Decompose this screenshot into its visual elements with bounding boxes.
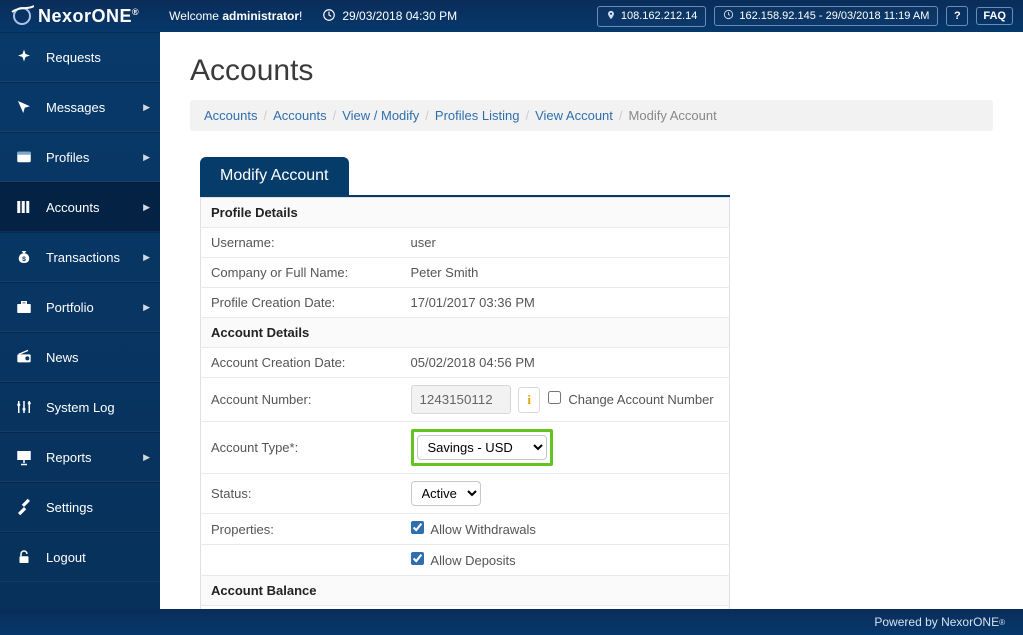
change-acct-number-checkbox[interactable] [548,391,561,404]
books-icon [14,197,34,217]
sidebar-item-label: Settings [46,500,93,515]
acct-number-input[interactable] [411,385,511,414]
sidebar-item-label: Logout [46,550,86,565]
change-acct-number-label: Change Account Number [568,392,713,407]
acct-created-value: 05/02/2018 04:56 PM [401,348,730,378]
sidebar-item-requests[interactable]: Requests [0,32,160,82]
radio-icon [14,347,34,367]
username-value: user [401,228,730,258]
section-profile-details: Profile Details [201,198,730,228]
breadcrumb-link[interactable]: Accounts [204,108,257,123]
welcome-text: Welcome administrator! [169,9,302,23]
fullname-value: Peter Smith [401,258,730,288]
last-session-pill[interactable]: 162.158.92.145 - 29/03/2018 11:19 AM [714,6,938,26]
username-label: Username: [201,228,401,258]
sidebar-item-system-log[interactable]: System Log [0,382,160,432]
tab-modify-account[interactable]: Modify Account [200,157,349,195]
id-card-icon [14,147,34,167]
breadcrumb-separator: / [525,108,529,123]
allow-deposits-checkbox[interactable] [411,552,424,565]
sidebar-item-label: Portfolio [46,300,94,315]
profile-created-label: Profile Creation Date: [201,288,401,318]
acct-created-label: Account Creation Date: [201,348,401,378]
page-title: Accounts [190,54,993,88]
allow-deposits-label: Allow Deposits [430,553,515,568]
sidebar-item-messages[interactable]: Messages ▶ [0,82,160,132]
breadcrumb-separator: / [333,108,337,123]
breadcrumb-separator: / [263,108,267,123]
sidebar-item-news[interactable]: News [0,332,160,382]
breadcrumb-link[interactable]: View Account [535,108,613,123]
properties-label: Properties: [201,514,401,545]
chevron-right-icon: ▶ [143,102,150,113]
section-account-balance: Account Balance [201,576,730,606]
chevron-right-icon: ▶ [143,302,150,313]
breadcrumb-link[interactable]: Accounts [273,108,326,123]
sidebar-item-label: Reports [46,450,92,465]
sidebar-item-label: System Log [46,400,115,415]
fullname-label: Company or Full Name: [201,258,401,288]
location-icon [606,9,616,24]
server-datetime: 29/03/2018 04:30 PM [322,8,457,25]
main-content: Accounts Accounts / Accounts / View / Modify… [160,32,1023,609]
clock-icon [322,8,336,25]
svg-text:$: $ [22,256,26,263]
allow-withdrawals-checkbox[interactable] [411,521,424,534]
acct-type-select[interactable]: Savings - USD [417,435,547,460]
sidebar-item-label: Profiles [46,150,89,165]
clock-icon [723,9,734,23]
presentation-icon [14,447,34,467]
sidebar-item-reports[interactable]: Reports ▶ [0,432,160,482]
briefcase-icon [14,297,34,317]
header-bar: NexorONE® Welcome administrator! 29/03/2… [0,0,1023,32]
moneybag-icon: $ [14,247,34,267]
sidebar: Requests Messages ▶ Profiles ▶ Accounts ▶ $ Tran… [0,32,160,609]
footer-bar: Powered by NexorONE® [0,609,1023,635]
breadcrumb-link[interactable]: View / Modify [342,108,419,123]
profile-created-value: 17/01/2017 03:36 PM [401,288,730,318]
acct-type-label: Account Type*: [201,422,401,474]
status-label: Status: [201,474,401,514]
sidebar-item-portfolio[interactable]: Portfolio ▶ [0,282,160,332]
globe-swoosh-icon [10,4,34,28]
modify-account-panel: Modify Account Profile Details Username:… [200,157,730,609]
breadcrumb-current: Modify Account [629,108,717,123]
breadcrumb-separator: / [425,108,429,123]
chevron-right-icon: ▶ [143,152,150,163]
allow-withdrawals-label: Allow Withdrawals [430,522,535,537]
faq-button[interactable]: FAQ [976,7,1013,25]
unlock-icon [14,547,34,567]
sidebar-item-logout[interactable]: Logout [0,532,160,582]
section-account-details: Account Details [201,318,730,348]
brand-name: NexorONE® [38,6,139,27]
chevron-right-icon: ▶ [143,452,150,463]
sidebar-item-label: News [46,350,79,365]
acct-number-label: Account Number: [201,378,401,422]
chevron-right-icon: ▶ [143,202,150,213]
breadcrumb-separator: / [619,108,623,123]
chevron-right-icon: ▶ [143,252,150,263]
status-select[interactable]: Active [411,481,481,506]
sidebar-item-label: Transactions [46,250,120,265]
sidebar-item-transactions[interactable]: $ Transactions ▶ [0,232,160,282]
tools-icon [14,497,34,517]
sidebar-item-profiles[interactable]: Profiles ▶ [0,132,160,182]
brand-logo[interactable]: NexorONE® [10,4,139,28]
sliders-icon [14,397,34,417]
sidebar-item-settings[interactable]: Settings [0,482,160,532]
cursor-icon [14,97,34,117]
sidebar-item-label: Messages [46,100,105,115]
sidebar-item-label: Requests [46,50,101,65]
help-button[interactable]: ? [946,6,968,26]
highlight-box: Savings - USD [411,429,553,466]
current-ip-pill[interactable]: 108.162.212.14 [597,6,706,27]
breadcrumb-link[interactable]: Profiles Listing [435,108,520,123]
breadcrumb: Accounts / Accounts / View / Modify / Profiles… [190,100,993,131]
sidebar-item-label: Accounts [46,200,99,215]
sidebar-item-accounts[interactable]: Accounts ▶ [0,182,160,232]
sparkle-icon [14,47,34,67]
info-icon[interactable]: i [518,387,540,413]
